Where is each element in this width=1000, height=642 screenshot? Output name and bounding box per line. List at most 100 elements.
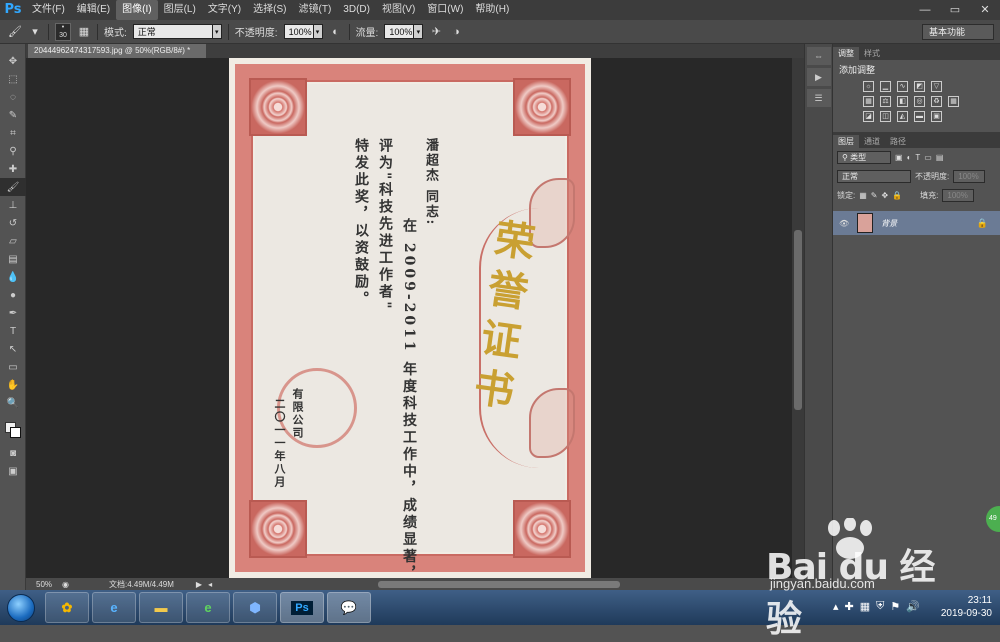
hand-tool-icon[interactable]: ✋ bbox=[0, 376, 26, 394]
scroll-left-icon[interactable]: ◂ bbox=[202, 580, 212, 589]
layer-kind-filter[interactable]: ⚲ 类型 bbox=[837, 151, 891, 164]
flow-select[interactable]: 100% ▾ bbox=[384, 24, 424, 39]
panel-grip[interactable] bbox=[0, 44, 26, 52]
chevron-down-icon[interactable]: ▾ bbox=[414, 24, 424, 39]
vertical-scroll-thumb[interactable] bbox=[794, 230, 802, 410]
zoom-level[interactable]: 50% bbox=[26, 580, 56, 589]
history-brush-tool-icon[interactable]: ↺ bbox=[0, 214, 26, 232]
menu-3d[interactable]: 3D(D) bbox=[337, 0, 376, 20]
shape-tool-icon[interactable]: ▭ bbox=[0, 358, 26, 376]
play-arrow-icon[interactable]: ▶ bbox=[174, 580, 202, 589]
black-white-icon[interactable]: ◧ bbox=[897, 96, 908, 107]
lock-position-icon[interactable]: ✥ bbox=[882, 191, 889, 200]
gradient-tool-icon[interactable]: ▤ bbox=[0, 250, 26, 268]
pressure-opacity-icon[interactable]: ◐ bbox=[329, 25, 343, 39]
blur-tool-icon[interactable]: 💧 bbox=[0, 268, 26, 286]
close-button[interactable]: ✕ bbox=[970, 0, 1000, 20]
gradient-map-icon[interactable]: ▬ bbox=[914, 111, 925, 122]
menu-filter[interactable]: 滤镜(T) bbox=[293, 0, 338, 20]
document-tab[interactable]: 20444962474317593.jpg @ 50%(RGB/8#) * bbox=[28, 44, 206, 58]
minimize-button[interactable]: — bbox=[910, 0, 940, 20]
menu-edit[interactable]: 编辑(E) bbox=[71, 0, 116, 20]
layer-name[interactable]: 背景 bbox=[881, 218, 897, 229]
tab-paths[interactable]: 路径 bbox=[885, 135, 911, 148]
pen-tool-icon[interactable]: ✒ bbox=[0, 304, 26, 322]
maximize-button[interactable]: ▭ bbox=[940, 0, 970, 20]
actions-panel-icon[interactable]: ▶ bbox=[806, 68, 831, 86]
levels-icon[interactable]: ▁ bbox=[880, 81, 891, 92]
exposure-icon[interactable]: ◩ bbox=[914, 81, 925, 92]
smart-object-filter-icon[interactable]: ▤ bbox=[936, 153, 944, 162]
eyedropper-tool-icon[interactable]: ⚲ bbox=[0, 142, 26, 160]
menu-layer[interactable]: 图层(L) bbox=[158, 0, 202, 20]
brush-tool-icon[interactable]: 🖌 bbox=[0, 178, 26, 196]
tab-styles[interactable]: 样式 bbox=[859, 47, 885, 60]
background-color[interactable] bbox=[10, 427, 21, 438]
menu-help[interactable]: 帮助(H) bbox=[469, 0, 515, 20]
type-filter-icon[interactable]: T bbox=[915, 153, 920, 162]
chevron-down-icon[interactable]: ▾ bbox=[212, 24, 222, 39]
lock-all-icon[interactable]: 🔒 bbox=[892, 191, 902, 200]
type-tool-icon[interactable]: T bbox=[0, 322, 26, 340]
chevron-down-icon[interactable]: ▾ bbox=[28, 25, 42, 39]
threshold-icon[interactable]: ◭ bbox=[897, 111, 908, 122]
canvas-area[interactable]: 荣誉证书 潘超杰 同志: 在 2009-2011 年度科技工作中，成绩显著，被 … bbox=[26, 58, 792, 578]
taskbar-360-security[interactable]: ✿ bbox=[45, 592, 89, 623]
mode-value[interactable]: 正常 bbox=[132, 24, 213, 39]
clone-stamp-tool-icon[interactable]: ⊥ bbox=[0, 196, 26, 214]
adjustment-filter-icon[interactable]: ◐ bbox=[907, 153, 912, 162]
blend-mode-select[interactable]: 正常 bbox=[837, 170, 911, 183]
brush-tool-icon[interactable]: 🖌 bbox=[8, 25, 22, 39]
invert-icon[interactable]: ◪ bbox=[863, 111, 874, 122]
healing-brush-tool-icon[interactable]: ✚ bbox=[0, 160, 26, 178]
color-balance-icon[interactable]: ⚖ bbox=[880, 96, 891, 107]
flow-value[interactable]: 100% bbox=[384, 24, 415, 39]
taskbar-internet-explorer[interactable]: e bbox=[92, 592, 136, 623]
taskbar-photoshop[interactable]: Ps bbox=[280, 592, 324, 623]
workspace-switcher[interactable]: 基本功能 bbox=[922, 24, 994, 40]
mode-select[interactable]: 正常 ▾ bbox=[132, 24, 222, 39]
zoom-tool-icon[interactable]: 🔍 bbox=[0, 394, 26, 412]
opacity-select[interactable]: 100% ▾ bbox=[283, 24, 323, 39]
move-tool-icon[interactable]: ✥ bbox=[0, 52, 26, 70]
taskbar-file-explorer[interactable]: ▬ bbox=[139, 592, 183, 623]
color-lookup-icon[interactable]: ▦ bbox=[948, 96, 959, 107]
tab-layers[interactable]: 图层 bbox=[833, 135, 859, 148]
taskbar-app[interactable]: ⬢ bbox=[233, 592, 277, 623]
history-panel-icon[interactable]: ⇔ bbox=[806, 47, 831, 65]
menu-view[interactable]: 视图(V) bbox=[376, 0, 421, 20]
tab-adjustments[interactable]: 调整 bbox=[833, 47, 859, 60]
swap-colors-icon[interactable] bbox=[0, 412, 26, 420]
tab-channels[interactable]: 通道 bbox=[859, 135, 885, 148]
brightness-icon[interactable]: ☼ bbox=[863, 81, 874, 92]
horizontal-scroll-thumb[interactable] bbox=[378, 581, 620, 588]
dodge-tool-icon[interactable]: ● bbox=[0, 286, 26, 304]
brush-preset-picker[interactable]: • 30 bbox=[55, 22, 71, 41]
pressure-size-icon[interactable]: ◑ bbox=[449, 25, 463, 39]
layer-opacity-value[interactable]: 100% bbox=[953, 170, 986, 183]
quick-mask-icon[interactable]: ◙ bbox=[0, 444, 26, 462]
menu-select[interactable]: 选择(S) bbox=[247, 0, 292, 20]
path-select-tool-icon[interactable]: ↖ bbox=[0, 340, 26, 358]
hue-saturation-icon[interactable]: ▦ bbox=[863, 96, 874, 107]
vibrance-icon[interactable]: ▽ bbox=[931, 81, 942, 92]
posterize-icon[interactable]: ◫ bbox=[880, 111, 891, 122]
quick-select-tool-icon[interactable]: ✎ bbox=[0, 106, 26, 124]
menu-type[interactable]: 文字(Y) bbox=[202, 0, 247, 20]
curves-icon[interactable]: ∿ bbox=[897, 81, 908, 92]
selective-color-icon[interactable]: ▣ bbox=[931, 111, 942, 122]
crop-tool-icon[interactable]: ⌗ bbox=[0, 124, 26, 142]
airbrush-icon[interactable]: ✈ bbox=[429, 25, 443, 39]
menu-window[interactable]: 窗口(W) bbox=[421, 0, 469, 20]
fill-value[interactable]: 100% bbox=[942, 189, 975, 202]
photo-filter-icon[interactable]: ◎ bbox=[914, 96, 925, 107]
lasso-tool-icon[interactable]: ◌ bbox=[0, 88, 26, 106]
start-button[interactable] bbox=[0, 590, 42, 625]
taskbar-360-browser[interactable]: e bbox=[186, 592, 230, 623]
chevron-down-icon[interactable]: ▾ bbox=[313, 24, 323, 39]
layer-row[interactable]: 👁 背景 🔒 bbox=[833, 211, 1000, 235]
marquee-tool-icon[interactable]: ⬚ bbox=[0, 70, 26, 88]
brush-panel-icon[interactable]: ▦ bbox=[77, 25, 91, 39]
opacity-value[interactable]: 100% bbox=[283, 24, 314, 39]
taskbar-wechat[interactable]: 💬 bbox=[327, 592, 371, 623]
